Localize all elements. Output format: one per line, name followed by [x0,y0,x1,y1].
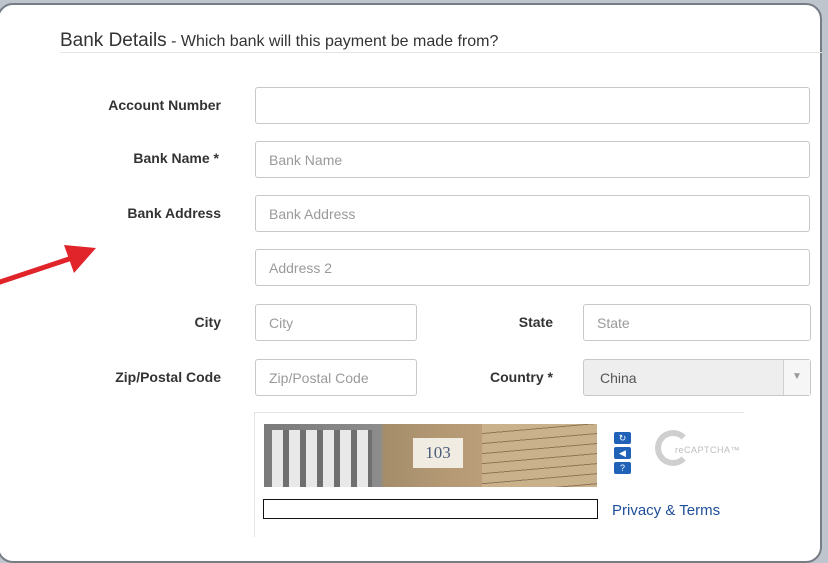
privacy-terms-link[interactable]: Privacy & Terms [612,502,720,519]
recaptcha-logo-text: reCAPTCHA™ [675,445,741,455]
account-number-input[interactable] [255,87,810,124]
zip-label: Zip/Postal Code [115,369,221,385]
audio-icon[interactable]: ◀ [614,447,631,459]
section-heading: Bank Details - Which bank will this paym… [60,30,822,53]
address2-input[interactable] [255,249,810,286]
captcha-image-bars [272,430,372,487]
state-input[interactable] [583,304,811,341]
captcha-image: 103 [264,424,597,487]
country-select[interactable]: China ▼ [583,359,811,396]
country-selected-value: China [600,370,637,386]
annotation-arrow-icon [0,245,96,285]
country-dropdown-toggle[interactable]: ▼ [783,360,810,395]
captcha-response-input[interactable] [263,499,598,519]
captcha-image-text: 103 [413,438,463,468]
recaptcha-logo: reCAPTCHA™ [655,430,765,470]
zip-input[interactable] [255,359,417,396]
bank-name-input[interactable] [255,141,810,178]
state-label: State [518,314,553,330]
city-input[interactable] [255,304,417,341]
annotation-arrow-shaft [0,255,75,285]
refresh-icon[interactable]: ↻ [614,432,631,444]
bank-address-input[interactable] [255,195,810,232]
captcha-image-texture [482,424,597,487]
help-icon[interactable]: ? [614,462,631,474]
country-label: Country * [490,369,553,385]
section-subtitle: - Which bank will this payment be made f… [166,33,499,50]
chevron-down-icon: ▼ [792,371,802,382]
city-label: City [194,314,221,330]
